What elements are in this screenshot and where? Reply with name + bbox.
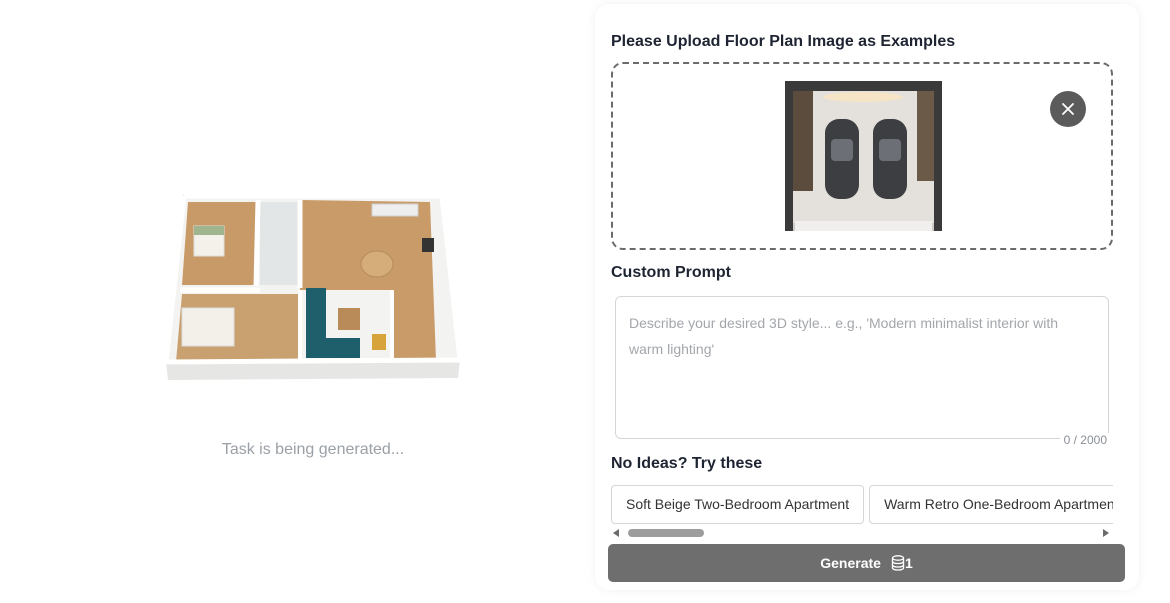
credit-cost: 1 [891, 555, 913, 571]
ideas-section-title: No Ideas? Try these [611, 455, 763, 472]
upload-section-title: Please Upload Floor Plan Image as Exampl… [611, 33, 956, 50]
preview-area: Task is being generated... [0, 0, 596, 603]
chips-scrollbar[interactable] [611, 527, 1113, 539]
floor-plan-3d-image [163, 193, 463, 380]
idea-chip[interactable]: Soft Beige Two-Bedroom Apartment [611, 485, 865, 524]
generator-panel: Please Upload Floor Plan Image as Exampl… [595, 4, 1139, 590]
generate-button[interactable]: Generate 1 [608, 544, 1125, 582]
caret-left-icon[interactable] [613, 529, 619, 537]
prompt-section-title: Custom Prompt [611, 264, 731, 281]
close-icon [1062, 103, 1074, 115]
coin-stack-icon [891, 555, 905, 571]
generate-label: Generate [820, 555, 881, 571]
uploaded-image-thumbnail [785, 81, 942, 231]
remove-image-button[interactable] [1050, 91, 1086, 127]
upload-dropzone[interactable] [611, 62, 1113, 250]
credit-cost-value: 1 [904, 555, 913, 571]
character-counter: 0 / 2000 [1059, 433, 1111, 447]
prompt-input-wrapper [615, 296, 1109, 439]
caret-right-icon[interactable] [1103, 529, 1109, 537]
idea-chips-list: Soft Beige Two-Bedroom Apartment Warm Ret… [611, 485, 1113, 525]
generation-status: Task is being generated... [221, 441, 405, 458]
custom-prompt-textarea[interactable] [616, 297, 1108, 438]
idea-chip[interactable]: Warm Retro One-Bedroom Apartment [869, 485, 1113, 524]
scrollbar-thumb[interactable] [628, 529, 704, 537]
